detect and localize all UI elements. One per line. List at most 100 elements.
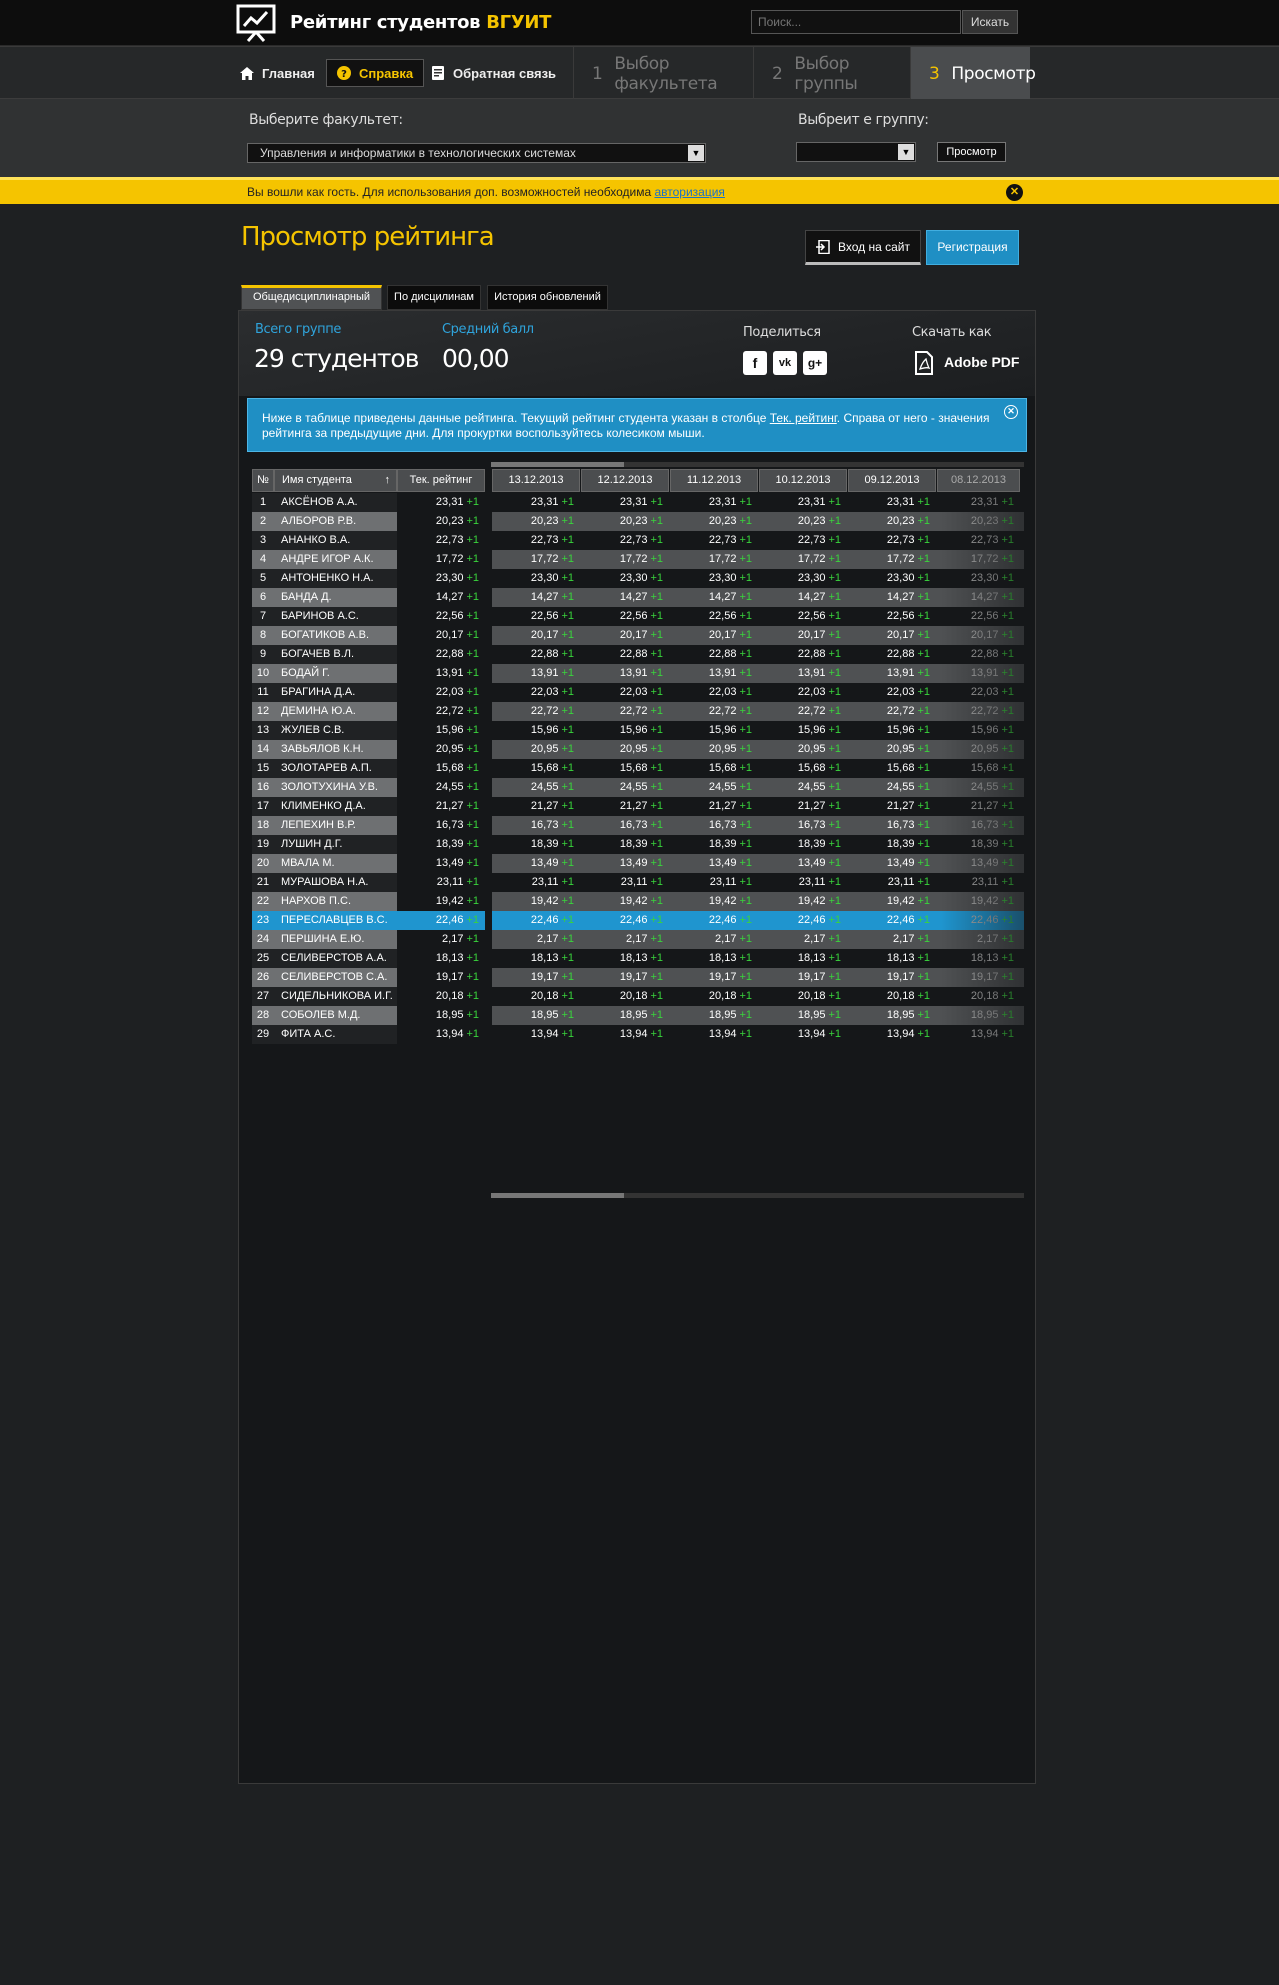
row-number-value: 18 bbox=[256, 819, 270, 831]
logo-chart-icon[interactable] bbox=[236, 4, 276, 42]
column-header-date[interactable]: 13.12.2013 bbox=[492, 469, 580, 492]
student-name: БОДАЙ Г. bbox=[274, 664, 397, 683]
faculty-select[interactable]: Управления и информатики в технологическ… bbox=[247, 143, 706, 163]
student-name-value: АНТОНЕНКО Н.А. bbox=[281, 572, 374, 584]
nav-home[interactable]: Главная bbox=[240, 59, 315, 87]
rating-delta: +1 bbox=[650, 990, 663, 1002]
app-title[interactable]: Рейтинг студентов ВГУИТ bbox=[290, 12, 551, 33]
student-name-value: КЛИМЕНКО Д.А. bbox=[281, 800, 366, 812]
current-rating-link[interactable]: Тек. рейтинг bbox=[770, 411, 837, 425]
table-row[interactable]: 28 СОБОЛЕВ М.Д. 18,95 +1 18,95 +1 18,95 +1 18,95… bbox=[251, 1006, 1024, 1025]
table-row[interactable]: 11 БРАГИНА Д.А. 22,03 +1 22,03 +1 22,03 +1 22,03… bbox=[251, 683, 1024, 702]
pdf-icon[interactable] bbox=[914, 351, 934, 375]
step-select-group[interactable]: 2 Выбор группы bbox=[753, 47, 910, 100]
google-plus-icon[interactable]: g+ bbox=[803, 351, 827, 375]
nav-feedback[interactable]: Обратная связь bbox=[431, 59, 556, 87]
table-row[interactable]: 22 НАРХОВ П.С. 19,42 +1 19,42 +1 19,42 +1 19,42 +… bbox=[251, 892, 1024, 911]
table-row[interactable]: 15 ЗОЛОТАРЕВ А.П. 15,68 +1 15,68 +1 15,68 +1 15,… bbox=[251, 759, 1024, 778]
history-rating-value: 23,31 bbox=[886, 496, 915, 508]
table-row[interactable]: 2 АЛБОРОВ Р.В. 20,23 +1 20,23 +1 20,23 +1 20,23 +… bbox=[251, 512, 1024, 531]
table-row[interactable]: 4 АНДРЕ ИГОР А.К. 17,72 +1 17,72 +1 17,72 +1 17,… bbox=[251, 550, 1024, 569]
rating-delta: +1 bbox=[828, 667, 841, 679]
column-header-date[interactable]: 12.12.2013 bbox=[581, 469, 669, 492]
column-header-date[interactable]: 08.12.2013 bbox=[937, 469, 1020, 492]
register-button[interactable]: Регистрация bbox=[926, 230, 1019, 265]
row-number: 10 bbox=[252, 664, 274, 683]
sort-arrow-icon[interactable]: ↑ bbox=[385, 470, 391, 491]
column-header-date[interactable]: 09.12.2013 bbox=[848, 469, 936, 492]
scrollbar-thumb[interactable] bbox=[491, 462, 624, 467]
table-row[interactable]: 20 МВАЛА М. 13,49 +1 13,49 +1 13,49 +1 13,49 +1 13… bbox=[251, 854, 1024, 873]
history-rating: 17,72 +1 bbox=[492, 550, 580, 569]
table-row[interactable]: 1 АКСЁНОВ А.А. 23,31 +1 23,31 +1 23,31 +1 23,31 +… bbox=[251, 493, 1024, 512]
table-row[interactable]: 14 ЗАВЬЯЛОВ К.Н. 20,95 +1 20,95 +1 20,95 +1 20,9… bbox=[251, 740, 1024, 759]
table-row[interactable]: 24 ПЕРШИНА Е.Ю. 2,17 +1 2,17 +1 2,17 +1 2,17 +1 2,… bbox=[251, 930, 1024, 949]
tab-general[interactable]: Общедисциплинарный bbox=[241, 285, 382, 310]
table-row[interactable]: 9 БОГАЧЕВ В.Л. 22,88 +1 22,88 +1 22,88 +1 22,88 +… bbox=[251, 645, 1024, 664]
close-icon[interactable]: ✕ bbox=[1004, 405, 1018, 419]
history-rating-value: 17,72 bbox=[886, 553, 915, 565]
history-rating: 20,17 +1 bbox=[581, 626, 669, 645]
history-rating: 17,72 +1 bbox=[759, 550, 847, 569]
history-rating-value: 22,73 bbox=[530, 534, 559, 546]
history-rating-value: 22,73 bbox=[708, 534, 737, 546]
table-row[interactable]: 6 БАНДА Д. 14,27 +1 14,27 +1 14,27 +1 14,27 +1 14,… bbox=[251, 588, 1024, 607]
rating-delta: +1 bbox=[466, 572, 479, 584]
table-row[interactable]: 29 ФИТА А.С. 13,94 +1 13,94 +1 13,94 +1 13,94 +1 1… bbox=[251, 1025, 1024, 1044]
auth-link[interactable]: авторизация bbox=[654, 185, 724, 199]
step-select-faculty[interactable]: 1 Выбор факультета bbox=[573, 47, 753, 100]
search-button[interactable]: Искать bbox=[962, 10, 1018, 34]
table-row[interactable]: 7 БАРИНОВ А.С. 22,56 +1 22,56 +1 22,56 +1 22,56 +… bbox=[251, 607, 1024, 626]
history-rating-value: 13,49 bbox=[886, 857, 915, 869]
vk-icon[interactable]: vk bbox=[773, 351, 797, 375]
group-select[interactable]: ▼ bbox=[796, 142, 916, 162]
table-row[interactable]: 8 БОГАТИКОВ А.В. 20,17 +1 20,17 +1 20,17 +1 20,1… bbox=[251, 626, 1024, 645]
top-scrollbar[interactable] bbox=[491, 462, 1024, 467]
current-rating: 13,49 +1 bbox=[397, 854, 485, 873]
history-rating-value: 13,91 bbox=[619, 667, 648, 679]
rating-delta: +1 bbox=[561, 933, 574, 945]
close-icon[interactable]: ✕ bbox=[1006, 184, 1023, 201]
history-rating-value: 18,39 bbox=[970, 838, 999, 850]
tab-disciplines[interactable]: По дисцилинам bbox=[387, 285, 481, 310]
history-rating-value: 22,73 bbox=[619, 534, 648, 546]
step-3-label: Просмотр bbox=[951, 63, 1036, 84]
column-header-date[interactable]: 10.12.2013 bbox=[759, 469, 847, 492]
scrollbar-thumb[interactable] bbox=[491, 1193, 624, 1198]
table-row[interactable]: 5 АНТОНЕНКО Н.А. 23,30 +1 23,30 +1 23,30 +1 23,3… bbox=[251, 569, 1024, 588]
facebook-icon[interactable]: f bbox=[743, 351, 767, 375]
search-input[interactable] bbox=[751, 10, 961, 34]
column-header-date[interactable]: 11.12.2013 bbox=[670, 469, 758, 492]
table-row[interactable]: 25 СЕЛИВЕРСТОВ А.А. 18,13 +1 18,13 +1 18,13 +1 1… bbox=[251, 949, 1024, 968]
student-name-value: СОБОЛЕВ М.Д. bbox=[281, 1009, 361, 1021]
history-rating: 13,94 +1 bbox=[759, 1025, 847, 1044]
table-row[interactable]: 17 КЛИМЕНКО Д.А. 21,27 +1 21,27 +1 21,27 +1 21,2… bbox=[251, 797, 1024, 816]
view-button[interactable]: Просмотр bbox=[937, 142, 1006, 162]
rating-delta: +1 bbox=[739, 933, 752, 945]
table-row[interactable]: 26 СЕЛИВЕРСТОВ С.А. 19,17 +1 19,17 +1 19,17 +1 1… bbox=[251, 968, 1024, 987]
step-view[interactable]: 3 Просмотр bbox=[910, 47, 1036, 100]
column-header-name[interactable]: Имя студента ↑ bbox=[274, 469, 397, 492]
history-rating: 18,13 +1 bbox=[581, 949, 669, 968]
table-row[interactable]: 16 ЗОЛОТУХИНА У.В. 24,55 +1 24,55 +1 24,55 +1 24… bbox=[251, 778, 1024, 797]
column-header-current[interactable]: Тек. рейтинг bbox=[397, 469, 485, 492]
rating-delta: +1 bbox=[1001, 1028, 1014, 1040]
nav-help[interactable]: ? Справка bbox=[326, 59, 425, 87]
table-row[interactable]: 13 ЖУЛЕВ С.В. 15,96 +1 15,96 +1 15,96 +1 15,96 +1… bbox=[251, 721, 1024, 740]
table-row[interactable]: 3 АНАНКО В.А. 22,73 +1 22,73 +1 22,73 +1 22,73 +1… bbox=[251, 531, 1024, 550]
table-row[interactable]: 19 ЛУШИН Д.Г. 18,39 +1 18,39 +1 18,39 +1 18,39 +1… bbox=[251, 835, 1024, 854]
download-pdf-link[interactable]: Adobe PDF bbox=[944, 354, 1019, 370]
history-rating-value: 16,73 bbox=[886, 819, 915, 831]
login-button[interactable]: Вход на сайт bbox=[805, 230, 921, 265]
history-rating-value: 20,17 bbox=[797, 629, 826, 641]
tab-update-history[interactable]: История обновлений bbox=[487, 285, 608, 310]
table-row[interactable]: 23 ПЕРЕСЛАВЦЕВ В.С. 22,46 +1 22,46 +1 22,46 +1 2… bbox=[251, 911, 1024, 930]
table-row[interactable]: 12 ДЕМИНА Ю.А. 22,72 +1 22,72 +1 22,72 +1 22,72 +… bbox=[251, 702, 1024, 721]
horizontal-scrollbar[interactable] bbox=[491, 1193, 1024, 1198]
table-row[interactable]: 18 ЛЕПЕХИН В.Р. 16,73 +1 16,73 +1 16,73 +1 16,73… bbox=[251, 816, 1024, 835]
table-row[interactable]: 21 МУРАШОВА Н.А. 23,11 +1 23,11 +1 23,11 +1 23,1… bbox=[251, 873, 1024, 892]
rating-delta: +1 bbox=[739, 534, 752, 546]
rating-delta: +1 bbox=[650, 572, 663, 584]
table-row[interactable]: 10 БОДАЙ Г. 13,91 +1 13,91 +1 13,91 +1 13,91 +1 13… bbox=[251, 664, 1024, 683]
table-row[interactable]: 27 СИДЕЛЬНИКОВА И.Г. 20,18 +1 20,18 +1 20,18 +1… bbox=[251, 987, 1024, 1006]
